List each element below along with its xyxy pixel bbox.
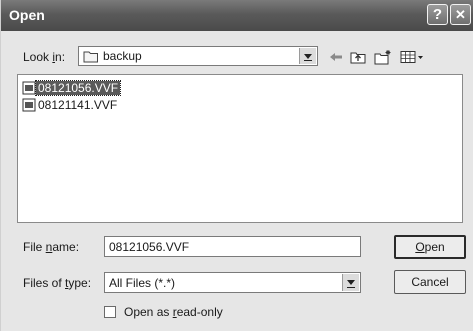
read-only-label[interactable]: Open as read-only	[124, 305, 223, 319]
look-in-dropdown-arrow[interactable]	[299, 48, 316, 64]
file-type-value: All Files (*.*)	[109, 276, 176, 290]
new-folder-button[interactable]	[372, 48, 394, 66]
read-only-checkbox[interactable]	[104, 306, 116, 318]
close-button[interactable]: ✕	[450, 4, 471, 25]
look-in-dropdown[interactable]: backup	[78, 46, 318, 66]
list-item[interactable]: 08121141.VVF	[22, 97, 119, 112]
list-item[interactable]: 08121056.VVF	[22, 79, 122, 96]
look-in-value: backup	[103, 49, 142, 63]
file-icon	[22, 98, 36, 111]
file-type-dropdown[interactable]: All Files (*.*)	[104, 272, 361, 293]
help-button[interactable]: ?	[427, 4, 448, 25]
open-button[interactable]: Open	[394, 235, 466, 259]
file-name: 08121141.VVF	[38, 97, 118, 112]
up-folder-button[interactable]	[348, 48, 368, 66]
back-button[interactable]	[327, 48, 345, 66]
file-name-label: File name:	[23, 240, 80, 254]
back-arrow-icon	[330, 53, 342, 61]
file-type-dropdown-arrow[interactable]	[342, 274, 359, 291]
file-name-input[interactable]: 08121056.VVF	[104, 236, 361, 257]
help-icon: ?	[432, 6, 443, 23]
file-type-label: Files of type:	[23, 276, 92, 290]
file-name: 08121056.VVF	[34, 79, 122, 96]
file-list[interactable]: 08121056.VVF 08121141.VVF	[17, 74, 463, 223]
look-in-label: Look in:	[23, 50, 66, 64]
open-dialog: Open ? ✕ Look in: backup 08121056.VVF 08…	[0, 0, 473, 331]
dialog-title: Open	[9, 7, 45, 23]
close-icon: ✕	[455, 6, 466, 22]
title-bar[interactable]: Open ? ✕	[1, 0, 473, 31]
new-folder-icon	[374, 50, 391, 65]
up-folder-icon	[350, 52, 366, 64]
file-icon	[22, 81, 36, 94]
view-menu-icon	[400, 51, 423, 63]
folder-icon	[83, 51, 98, 63]
view-menu-button[interactable]	[398, 48, 426, 66]
cancel-button[interactable]: Cancel	[394, 270, 466, 294]
